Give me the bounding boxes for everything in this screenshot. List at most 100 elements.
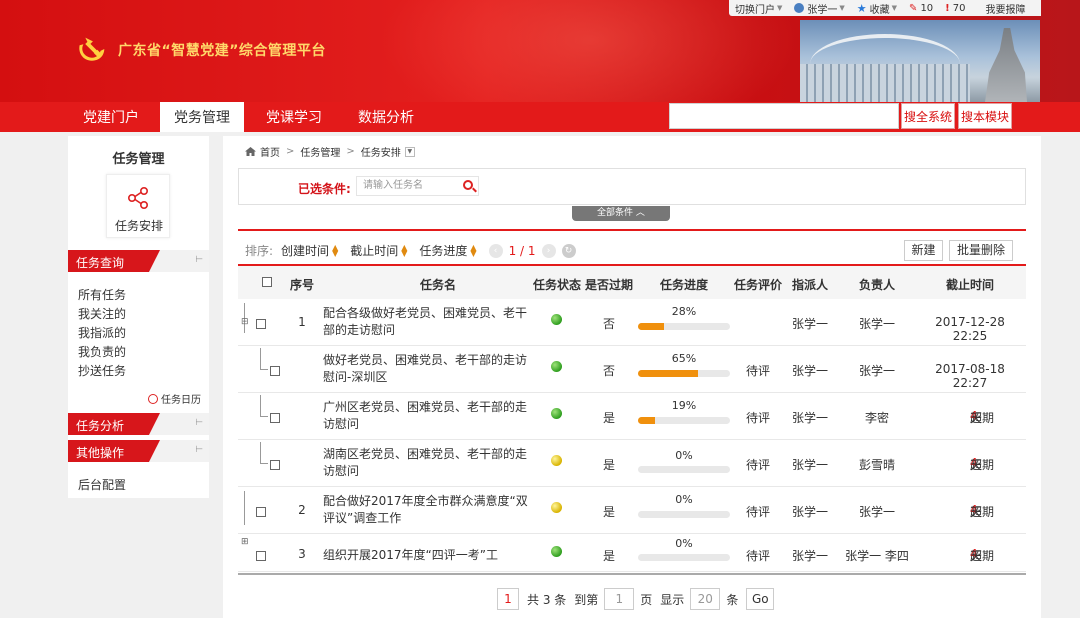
sidebar-item-assigned-by-me[interactable]: 我指派的: [78, 324, 126, 341]
table-row[interactable]: 湖南区老党员、困难党员、老干部的走访慰问 是 0% 待评 张学一 彭雪晴 超期 …: [238, 440, 1026, 487]
report-fault-link[interactable]: 我要报障: [979, 1, 1031, 16]
breadcrumb-task-arrange: 任务安排: [360, 148, 401, 159]
site-title: 广东省“智慧党建”综合管理平台: [118, 43, 326, 59]
tree-expand-icon[interactable]: ⊞: [241, 537, 249, 547]
table-row[interactable]: 做好老党员、困难党员、老干部的走访慰问-深圳区 否 65% 待评 张学一 张学一…: [238, 346, 1026, 393]
sidebar-item-cc-tasks[interactable]: 抄送任务: [78, 362, 126, 379]
status-dot: [551, 546, 562, 557]
table-row[interactable]: ⊞ 3 组织开展2017年度“四评一考”工 是 0% 待评 张学一 张学一 李四…: [238, 534, 1026, 572]
sort-created-time[interactable]: 创建时间 ▲ ▼: [281, 242, 338, 259]
share-icon: [127, 187, 148, 209]
header-photo: [800, 20, 1040, 102]
row-checkbox[interactable]: [256, 551, 266, 561]
progress-bar: [638, 511, 730, 518]
row-checkbox[interactable]: [256, 319, 266, 329]
col-rating: 任务评价: [733, 278, 782, 292]
status-dot: [551, 455, 562, 466]
task-name[interactable]: 组织开展2017年度“四评一考”工: [323, 547, 535, 564]
progress-bar: [638, 417, 730, 424]
task-name[interactable]: 湖南区老党员、困难党员、老干部的走访慰问: [323, 446, 535, 480]
row-checkbox[interactable]: [270, 413, 280, 423]
user-menu[interactable]: 张学一 ▼: [788, 1, 850, 16]
status-dot: [551, 361, 562, 372]
chevron-down-icon[interactable]: ▼: [404, 146, 415, 157]
go-button[interactable]: Go: [746, 588, 775, 610]
chevron-down-icon: ▼: [891, 4, 898, 12]
sidebar-item-backend-config[interactable]: 后台配置: [78, 476, 126, 493]
task-name[interactable]: 做好老党员、困难党员、老干部的走访慰问-深圳区: [323, 352, 535, 386]
task-name[interactable]: 配合各级做好老党员、困难党员、老干部的走访慰问: [323, 305, 535, 339]
sort-label: 排序:: [245, 244, 274, 258]
task-name[interactable]: 配合做好2017年度全市群众满意度“双评议”调查工作: [323, 493, 535, 527]
prev-page-icon[interactable]: ‹: [488, 243, 503, 258]
home-icon: [245, 147, 256, 156]
status-dot: [551, 502, 562, 513]
task-name-search-input[interactable]: 请输入任务名: [356, 176, 479, 196]
page-unit: 页: [640, 592, 653, 607]
section-task-analysis[interactable]: 任务分析 ⊢: [68, 413, 209, 435]
sidebar-item-followed[interactable]: 我关注的: [78, 305, 126, 322]
table-row[interactable]: ⊟ 1 配合各级做好老党员、困难党员、老干部的走访慰问 否 28% 张学一 张学…: [238, 299, 1026, 346]
row-checkbox[interactable]: [270, 366, 280, 376]
row-checkbox[interactable]: [270, 460, 280, 470]
task-name[interactable]: 广州区老党员、困难党员、老干部的走访慰问: [323, 399, 535, 433]
alert-counter[interactable]: ! 70: [939, 3, 971, 14]
sort-arrows-icon: ▲ ▼: [332, 242, 339, 258]
all-conditions-toggle[interactable]: 全部条件 ︿: [572, 206, 670, 221]
new-task-button[interactable]: 新建: [904, 240, 943, 261]
sort-deadline[interactable]: 截止时间 ▲ ▼: [350, 242, 407, 259]
tab-party-portal[interactable]: 党建门户: [70, 102, 152, 132]
search-module-button[interactable]: 搜本模块: [958, 103, 1012, 129]
star-icon: ★: [856, 1, 867, 15]
table-row[interactable]: 广州区老党员、困难党员、老干部的走访慰问 是 19% 待评 张学一 李密 超期 …: [238, 393, 1026, 440]
selected-conditions-label: 已选条件:: [298, 182, 351, 196]
col-status: 任务状态: [532, 278, 581, 292]
sort-progress[interactable]: 任务进度 ▲ ▼: [419, 242, 476, 259]
row-checkbox[interactable]: [256, 507, 266, 517]
global-search-input[interactable]: [669, 103, 899, 129]
goto-page-input[interactable]: 1: [604, 588, 635, 610]
pagination: 1 共 3 条 到第 1 页 显示 20 条 Go: [497, 588, 775, 610]
pen-icon: ✎: [909, 2, 918, 14]
col-expired: 是否过期: [584, 278, 633, 292]
table-header: 序号 任务名 任务状态 是否过期 任务进度 任务评价 指派人 负责人 截止时间: [238, 266, 1026, 299]
total-count: 共 3 条: [527, 592, 567, 607]
col-deadline: 截止时间: [945, 278, 994, 292]
col-task-name: 任务名: [419, 278, 456, 292]
batch-delete-button[interactable]: 批量删除: [949, 240, 1013, 261]
tab-party-affairs[interactable]: 党务管理: [160, 102, 244, 132]
breadcrumb-task-mgmt[interactable]: 任务管理: [300, 144, 340, 159]
page-size-input[interactable]: 20: [690, 588, 721, 610]
table-row[interactable]: 2 配合做好2017年度全市群众满意度“双评议”调查工作 是 0% 待评 张学一…: [238, 487, 1026, 534]
col-progress: 任务进度: [659, 278, 708, 292]
tree-expand-icon[interactable]: ⊟: [241, 317, 249, 327]
search-icon[interactable]: [463, 180, 473, 190]
progress-bar: [638, 554, 730, 561]
alert-icon: !: [945, 2, 950, 14]
progress-bar: [638, 466, 730, 473]
select-all-checkbox[interactable]: [262, 277, 272, 287]
search-all-button[interactable]: 搜全系统: [901, 103, 955, 129]
progress-bar: [638, 370, 730, 377]
section-other-ops[interactable]: 其他操作 ⊢: [68, 440, 209, 462]
filter-panel: 已选条件: 请输入任务名: [238, 168, 1026, 205]
sidebar-item-all-tasks[interactable]: 所有任务: [78, 286, 126, 303]
sidebar-item-my-responsibility[interactable]: 我负责的: [78, 343, 126, 360]
page-indicator: 1 / 1: [508, 243, 536, 258]
refresh-icon[interactable]: ↻: [561, 243, 576, 258]
current-page-button[interactable]: 1: [497, 588, 519, 610]
breadcrumb-home[interactable]: 首页: [260, 144, 280, 159]
section-task-query[interactable]: 任务查询 ⊢: [68, 250, 209, 272]
tab-data-analysis[interactable]: 数据分析: [344, 102, 428, 132]
tab-party-lessons[interactable]: 党课学习: [252, 102, 336, 132]
task-arrange-card[interactable]: 任务安排: [106, 174, 170, 238]
sort-arrows-icon: ▲ ▼: [470, 242, 477, 258]
next-page-icon[interactable]: ›: [541, 243, 556, 258]
switch-portal-menu[interactable]: 切换门户 ▼: [729, 1, 788, 16]
chevron-down-icon: ▼: [777, 4, 783, 12]
show-label: 显示: [660, 592, 685, 607]
favorites-menu[interactable]: ★ 收藏 ▼: [851, 1, 903, 16]
task-calendar-link[interactable]: 任务日历: [148, 391, 201, 406]
goto-label: 到第: [574, 592, 599, 607]
pen-counter[interactable]: ✎ 10: [903, 3, 939, 14]
